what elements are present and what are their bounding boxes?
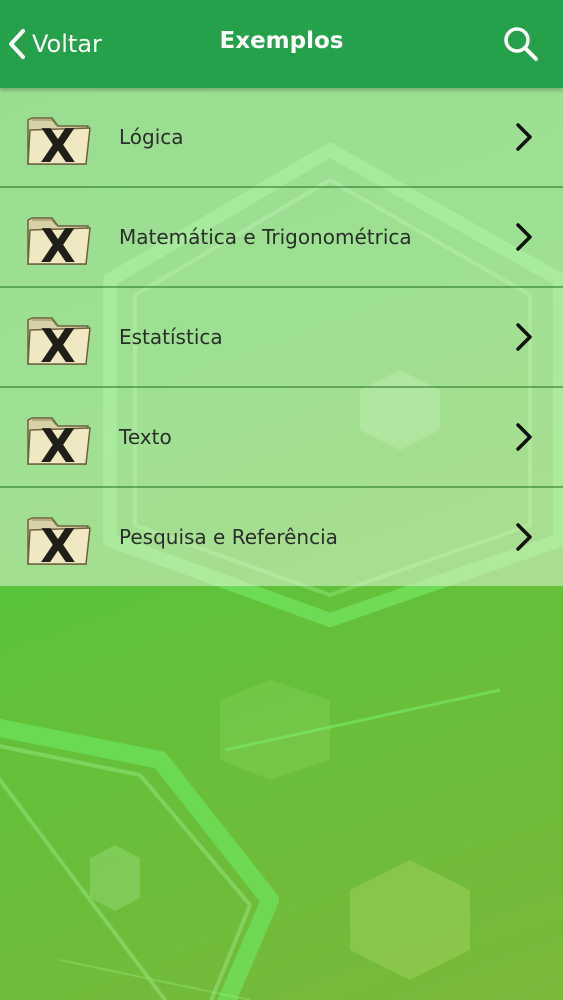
- back-label: Voltar: [32, 30, 102, 58]
- svg-text:X: X: [40, 219, 75, 268]
- search-icon: [504, 27, 538, 61]
- category-list: X Lógica X Matemática e Trigonométrica X…: [0, 88, 563, 586]
- list-item-label: Texto: [119, 425, 172, 449]
- excel-folder-icon: X: [27, 217, 91, 268]
- list-item-label: Estatística: [119, 325, 223, 349]
- excel-folder-icon: X: [27, 517, 91, 568]
- screen: Voltar Exemplos X Lógica X Matemática e …: [0, 0, 563, 1000]
- list-item-4[interactable]: X Texto: [0, 388, 563, 488]
- list-item-2[interactable]: X Matemática e Trigonométrica: [0, 188, 563, 288]
- chevron-right-icon: [516, 523, 532, 551]
- list-item-label: Lógica: [119, 125, 184, 149]
- chevron-right-icon: [516, 423, 532, 451]
- list-item-3[interactable]: X Estatística: [0, 288, 563, 388]
- svg-text:X: X: [40, 119, 75, 168]
- list-item-label: Matemática e Trigonométrica: [119, 225, 412, 249]
- svg-text:X: X: [40, 519, 75, 568]
- chevron-right-icon: [516, 323, 532, 351]
- excel-folder-icon: X: [27, 117, 91, 168]
- chevron-right-icon: [516, 123, 532, 151]
- list-item-1[interactable]: X Lógica: [0, 88, 563, 188]
- svg-text:X: X: [40, 319, 75, 368]
- svg-text:X: X: [40, 419, 75, 468]
- list-item-label: Pesquisa e Referência: [119, 525, 338, 549]
- back-button[interactable]: Voltar: [6, 22, 102, 66]
- app-bar: Voltar Exemplos: [0, 0, 563, 88]
- chevron-left-icon: [6, 27, 28, 61]
- excel-folder-icon: X: [27, 317, 91, 368]
- chevron-right-icon: [516, 223, 532, 251]
- list-item-5[interactable]: X Pesquisa e Referência: [0, 488, 563, 586]
- search-button[interactable]: [501, 24, 541, 64]
- excel-folder-icon: X: [27, 417, 91, 468]
